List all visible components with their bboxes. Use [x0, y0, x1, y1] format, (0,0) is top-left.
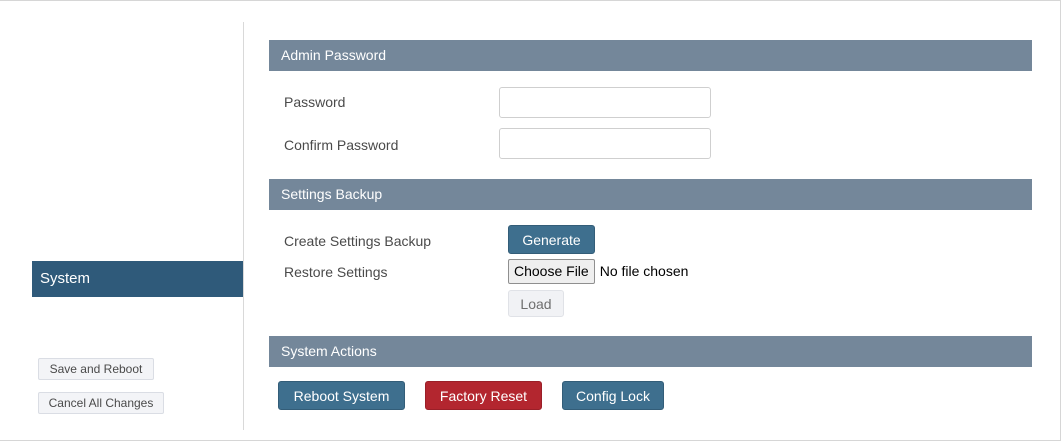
password-input[interactable]	[499, 87, 711, 118]
save-and-reboot-button[interactable]: Save and Reboot	[38, 358, 154, 380]
generate-button[interactable]: Generate	[508, 225, 595, 254]
restore-settings-label: Restore Settings	[284, 264, 388, 280]
reboot-system-button[interactable]: Reboot System	[278, 381, 405, 410]
confirm-password-label: Confirm Password	[284, 137, 399, 153]
choose-file-button[interactable]: Choose File	[508, 258, 595, 284]
load-button[interactable]: Load	[508, 290, 564, 317]
file-status-text: No file chosen	[599, 263, 689, 279]
admin-password-header: Admin Password	[269, 40, 1032, 71]
settings-backup-header: Settings Backup	[269, 179, 1032, 210]
sidebar-divider	[243, 22, 244, 430]
sidebar-item-system[interactable]: System	[32, 261, 243, 297]
system-actions-header: System Actions	[269, 336, 1032, 367]
factory-reset-button[interactable]: Factory Reset	[425, 381, 542, 410]
config-lock-button[interactable]: Config Lock	[562, 381, 664, 410]
file-chooser: Choose File No file chosen	[508, 258, 688, 284]
password-label: Password	[284, 94, 346, 110]
cancel-all-changes-button[interactable]: Cancel All Changes	[38, 392, 164, 414]
confirm-password-input[interactable]	[499, 128, 711, 159]
create-settings-backup-label: Create Settings Backup	[284, 233, 432, 249]
